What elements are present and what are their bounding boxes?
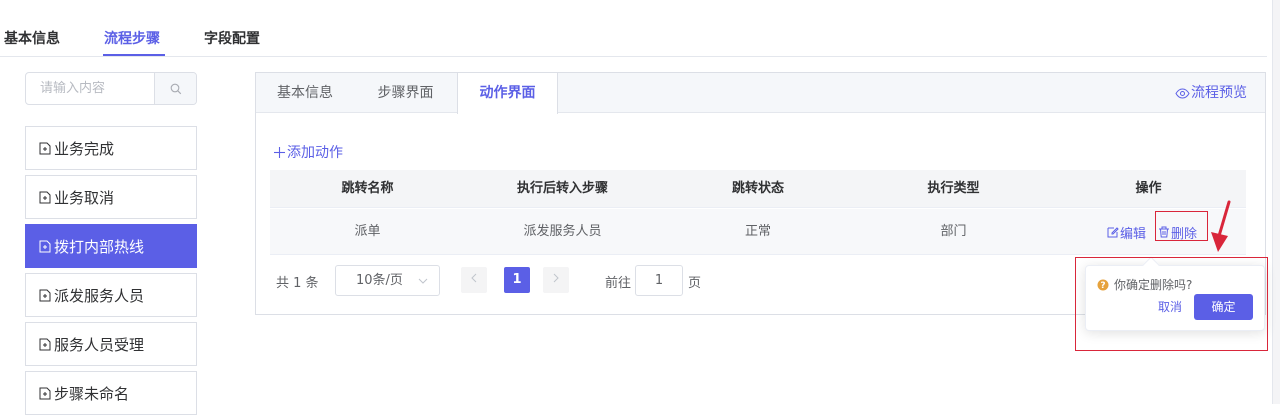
step-item[interactable]: 服务人员受理 bbox=[25, 322, 197, 366]
cell-exec-type: 部门 bbox=[940, 224, 967, 239]
step-search bbox=[25, 72, 197, 105]
preview-link[interactable]: 流程预览 bbox=[1175, 73, 1247, 113]
step-item-label: 步骤未命名 bbox=[54, 384, 130, 403]
step-item[interactable]: 业务完成 bbox=[25, 126, 197, 170]
edit-label: 编辑 bbox=[1120, 226, 1147, 242]
column-header: 执行后转入步骤 bbox=[516, 181, 608, 196]
annotation-box-delete bbox=[1155, 211, 1208, 241]
step-item[interactable]: 业务取消 bbox=[25, 175, 197, 219]
column-header: 执行类型 bbox=[927, 181, 980, 196]
add-action-label: 添加动作 bbox=[287, 145, 343, 161]
document-icon bbox=[39, 240, 51, 252]
search-input[interactable] bbox=[26, 73, 154, 104]
goto-page-input[interactable]: 1 bbox=[635, 265, 683, 296]
chevron-right-icon bbox=[553, 273, 559, 283]
inner-tab-step-ui[interactable]: 步骤界面 bbox=[354, 73, 457, 113]
chevron-left-icon bbox=[471, 273, 477, 283]
step-item-label: 服务人员受理 bbox=[54, 335, 145, 354]
cell-next-step: 派发服务人员 bbox=[523, 224, 602, 239]
goto-suffix: 页 bbox=[688, 276, 702, 291]
page-size-value: 10条/页 bbox=[356, 273, 403, 288]
page-size-select[interactable]: 10条/页 bbox=[335, 265, 440, 296]
top-tab-bar: 基本信息 流程步骤 字段配置 bbox=[0, 0, 1267, 57]
add-action-button[interactable]: 添加动作 bbox=[273, 142, 343, 162]
document-icon bbox=[39, 387, 51, 399]
plus-icon bbox=[274, 146, 285, 158]
preview-label: 流程预览 bbox=[1191, 85, 1247, 101]
column-header: 跳转名称 bbox=[341, 181, 394, 196]
document-icon bbox=[39, 289, 51, 301]
cell-jump-name: 派单 bbox=[354, 224, 381, 239]
inner-tab-bar: 基本信息 步骤界面 动作界面 流程预览 bbox=[256, 73, 1265, 114]
goto-prefix: 前往 bbox=[605, 276, 632, 291]
table-header: 跳转名称 执行后转入步骤 跳转状态 执行类型 操作 bbox=[270, 170, 1246, 208]
table-row: 派单 派发服务人员 正常 部门 编辑 删除 bbox=[270, 209, 1246, 255]
page-number-current[interactable]: 1 bbox=[504, 267, 530, 293]
edit-button[interactable]: 编辑 bbox=[1107, 209, 1146, 255]
document-icon bbox=[39, 191, 51, 203]
edit-icon bbox=[1107, 227, 1119, 238]
eye-icon bbox=[1175, 87, 1190, 99]
pager-total: 共 1 条 bbox=[276, 276, 319, 291]
step-item-label: 业务完成 bbox=[54, 139, 115, 158]
search-button[interactable] bbox=[154, 73, 196, 104]
next-page-button[interactable] bbox=[543, 267, 569, 293]
step-item[interactable]: 步骤未命名 bbox=[25, 371, 197, 415]
annotation-box-popconfirm bbox=[1075, 257, 1268, 351]
step-item[interactable]: 派发服务人员 bbox=[25, 273, 197, 317]
step-item-selected[interactable]: 拨打内部热线 bbox=[25, 224, 197, 268]
scrollbar[interactable] bbox=[1272, 0, 1280, 404]
chevron-down-icon bbox=[418, 278, 428, 284]
annotation-arrow bbox=[1211, 200, 1231, 252]
step-item-label: 业务取消 bbox=[54, 188, 115, 207]
search-icon bbox=[170, 83, 181, 94]
step-item-label: 派发服务人员 bbox=[54, 286, 145, 305]
cell-status: 正常 bbox=[744, 224, 771, 239]
column-header: 跳转状态 bbox=[731, 181, 784, 196]
inner-tab-action-ui[interactable]: 动作界面 bbox=[457, 73, 558, 114]
active-tab-indicator bbox=[103, 54, 165, 56]
inner-tab-basic-info[interactable]: 基本信息 bbox=[256, 73, 354, 113]
step-item-label: 拨打内部热线 bbox=[54, 237, 145, 256]
tab-basic-info[interactable]: 基本信息 bbox=[4, 28, 60, 48]
prev-page-button[interactable] bbox=[461, 267, 487, 293]
tab-field-config[interactable]: 字段配置 bbox=[204, 28, 260, 48]
document-icon bbox=[39, 142, 51, 154]
document-icon bbox=[39, 338, 51, 350]
tab-process-steps[interactable]: 流程步骤 bbox=[104, 28, 160, 48]
